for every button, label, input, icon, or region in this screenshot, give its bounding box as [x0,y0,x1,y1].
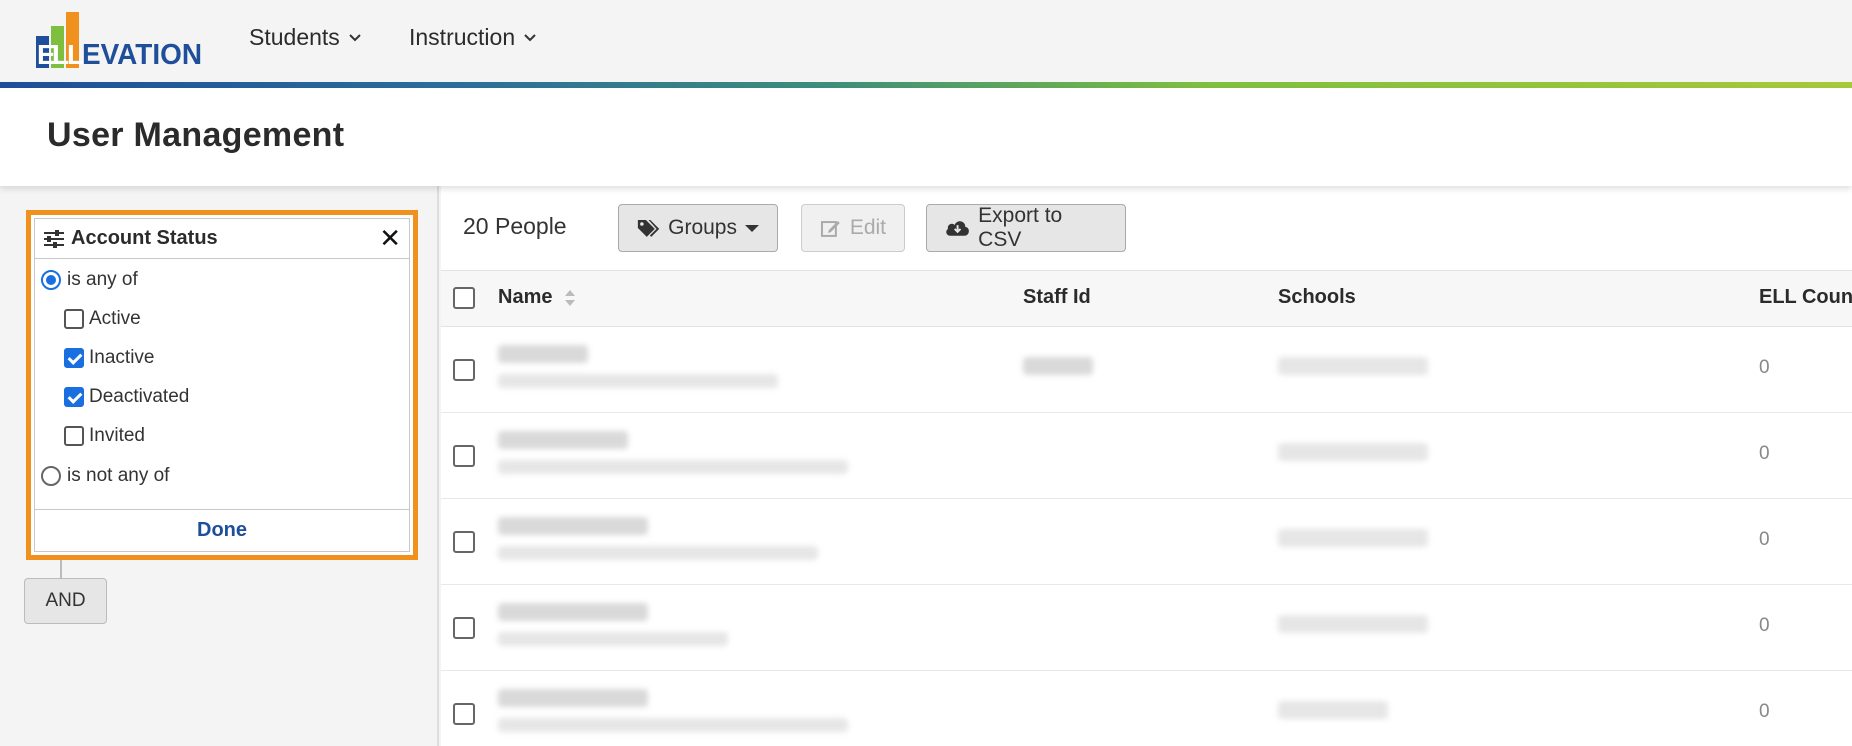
caret-down-icon [745,224,759,232]
groups-label: Groups [668,216,737,239]
radio-button[interactable] [41,270,61,290]
radio-button[interactable] [41,466,61,486]
ell-count-value: 0 [1759,443,1770,464]
redacted-school [1278,529,1428,547]
row-checkbox[interactable] [453,531,475,553]
redacted-school [1278,701,1388,719]
export-csv-button[interactable]: Export to CSV [926,204,1126,252]
table-row[interactable]: 0 [441,413,1852,499]
sort-icon [565,289,576,306]
top-nav: E L L EVATION Students Instruction [0,0,1852,82]
redacted-name [498,689,648,707]
column-name-label: Name [498,286,553,308]
radio-label: is any of [67,269,138,290]
connector-line [60,560,62,578]
checkbox[interactable] [64,426,84,446]
table-row[interactable]: 0 [441,585,1852,671]
redacted-email [498,632,728,646]
main-content: 20 People Groups Edit Export to CSV Name… [441,186,1852,746]
option-label: Deactivated [89,386,190,407]
row-checkbox[interactable] [453,617,475,639]
checkbox[interactable] [64,348,84,368]
edit-label: Edit [849,216,886,239]
chevron-down-icon [524,33,536,41]
ell-count-value: 0 [1759,701,1770,722]
row-checkbox[interactable] [453,359,475,381]
export-label: Export to CSV [978,204,1063,251]
filter-footer: Done [35,509,409,551]
radio-is-any-of[interactable]: is any of [41,269,138,291]
account-status-filter: Account Status ✕ is any of Active Inacti… [26,210,418,560]
nav-instruction[interactable]: Instruction [409,24,537,51]
column-staff-id[interactable]: Staff Id [1023,286,1091,309]
column-schools[interactable]: Schools [1278,286,1356,309]
filter-header: Account Status ✕ [35,219,409,259]
option-invited[interactable]: Invited [64,425,145,447]
redacted-email [498,546,818,560]
ell-count-value: 0 [1759,529,1770,550]
redacted-email [498,374,778,388]
redacted-email [498,460,848,474]
tags-icon [637,219,660,237]
table-toolbar: 20 People Groups Edit Export to CSV [441,186,1852,270]
ellevation-logo[interactable]: E L L EVATION [34,12,204,71]
table-row[interactable]: 0 [441,327,1852,413]
redacted-name [498,345,588,363]
redacted-name [498,603,648,621]
page-title: User Management [47,116,345,154]
svg-text:EVATION: EVATION [82,39,202,70]
option-deactivated[interactable]: Deactivated [64,386,189,408]
redacted-name [498,431,628,449]
table-row[interactable]: 0 [441,499,1852,585]
filter-title: Account Status [71,227,218,249]
checkbox[interactable] [64,309,84,329]
edit-icon [820,221,840,237]
nav-students[interactable]: Students [249,24,362,51]
row-checkbox[interactable] [453,445,475,467]
ell-count-value: 0 [1759,615,1770,636]
nav-instruction-label: Instruction [409,24,516,50]
redacted-email [498,718,848,732]
cloud-download-icon [946,221,969,236]
select-all-checkbox[interactable] [453,287,475,309]
redacted-school [1278,357,1428,375]
redacted-name [498,517,648,535]
row-checkbox[interactable] [453,703,475,725]
page-header: User Management [0,88,1852,186]
option-label: Inactive [89,347,155,368]
filter-sidebar: Account Status ✕ is any of Active Inacti… [0,186,439,746]
groups-button[interactable]: Groups [618,204,778,252]
table-row[interactable]: 0 [441,671,1852,746]
option-label: Active [89,308,141,329]
nav-students-label: Students [249,24,340,50]
checkbox[interactable] [64,387,84,407]
ell-count-value: 0 [1759,357,1770,378]
redacted-school [1278,615,1428,633]
redacted-school [1278,443,1428,461]
done-button[interactable]: Done [197,519,247,542]
sliders-icon [44,229,64,248]
table-header: Name Staff Id Schools ELL Count [441,270,1852,327]
radio-label: is not any of [67,465,170,486]
column-ell-count[interactable]: ELL Count [1759,286,1852,309]
chevron-down-icon [349,33,361,41]
option-active[interactable]: Active [64,308,141,330]
edit-button[interactable]: Edit [801,204,905,252]
people-count: 20 People [463,213,567,239]
redacted-staff-id [1023,357,1093,375]
radio-is-not-any-of[interactable]: is not any of [41,465,169,487]
and-button[interactable]: AND [24,578,107,624]
column-name[interactable]: Name [498,286,576,309]
option-label: Invited [89,425,145,446]
close-icon[interactable]: ✕ [379,225,401,251]
option-inactive[interactable]: Inactive [64,347,154,369]
